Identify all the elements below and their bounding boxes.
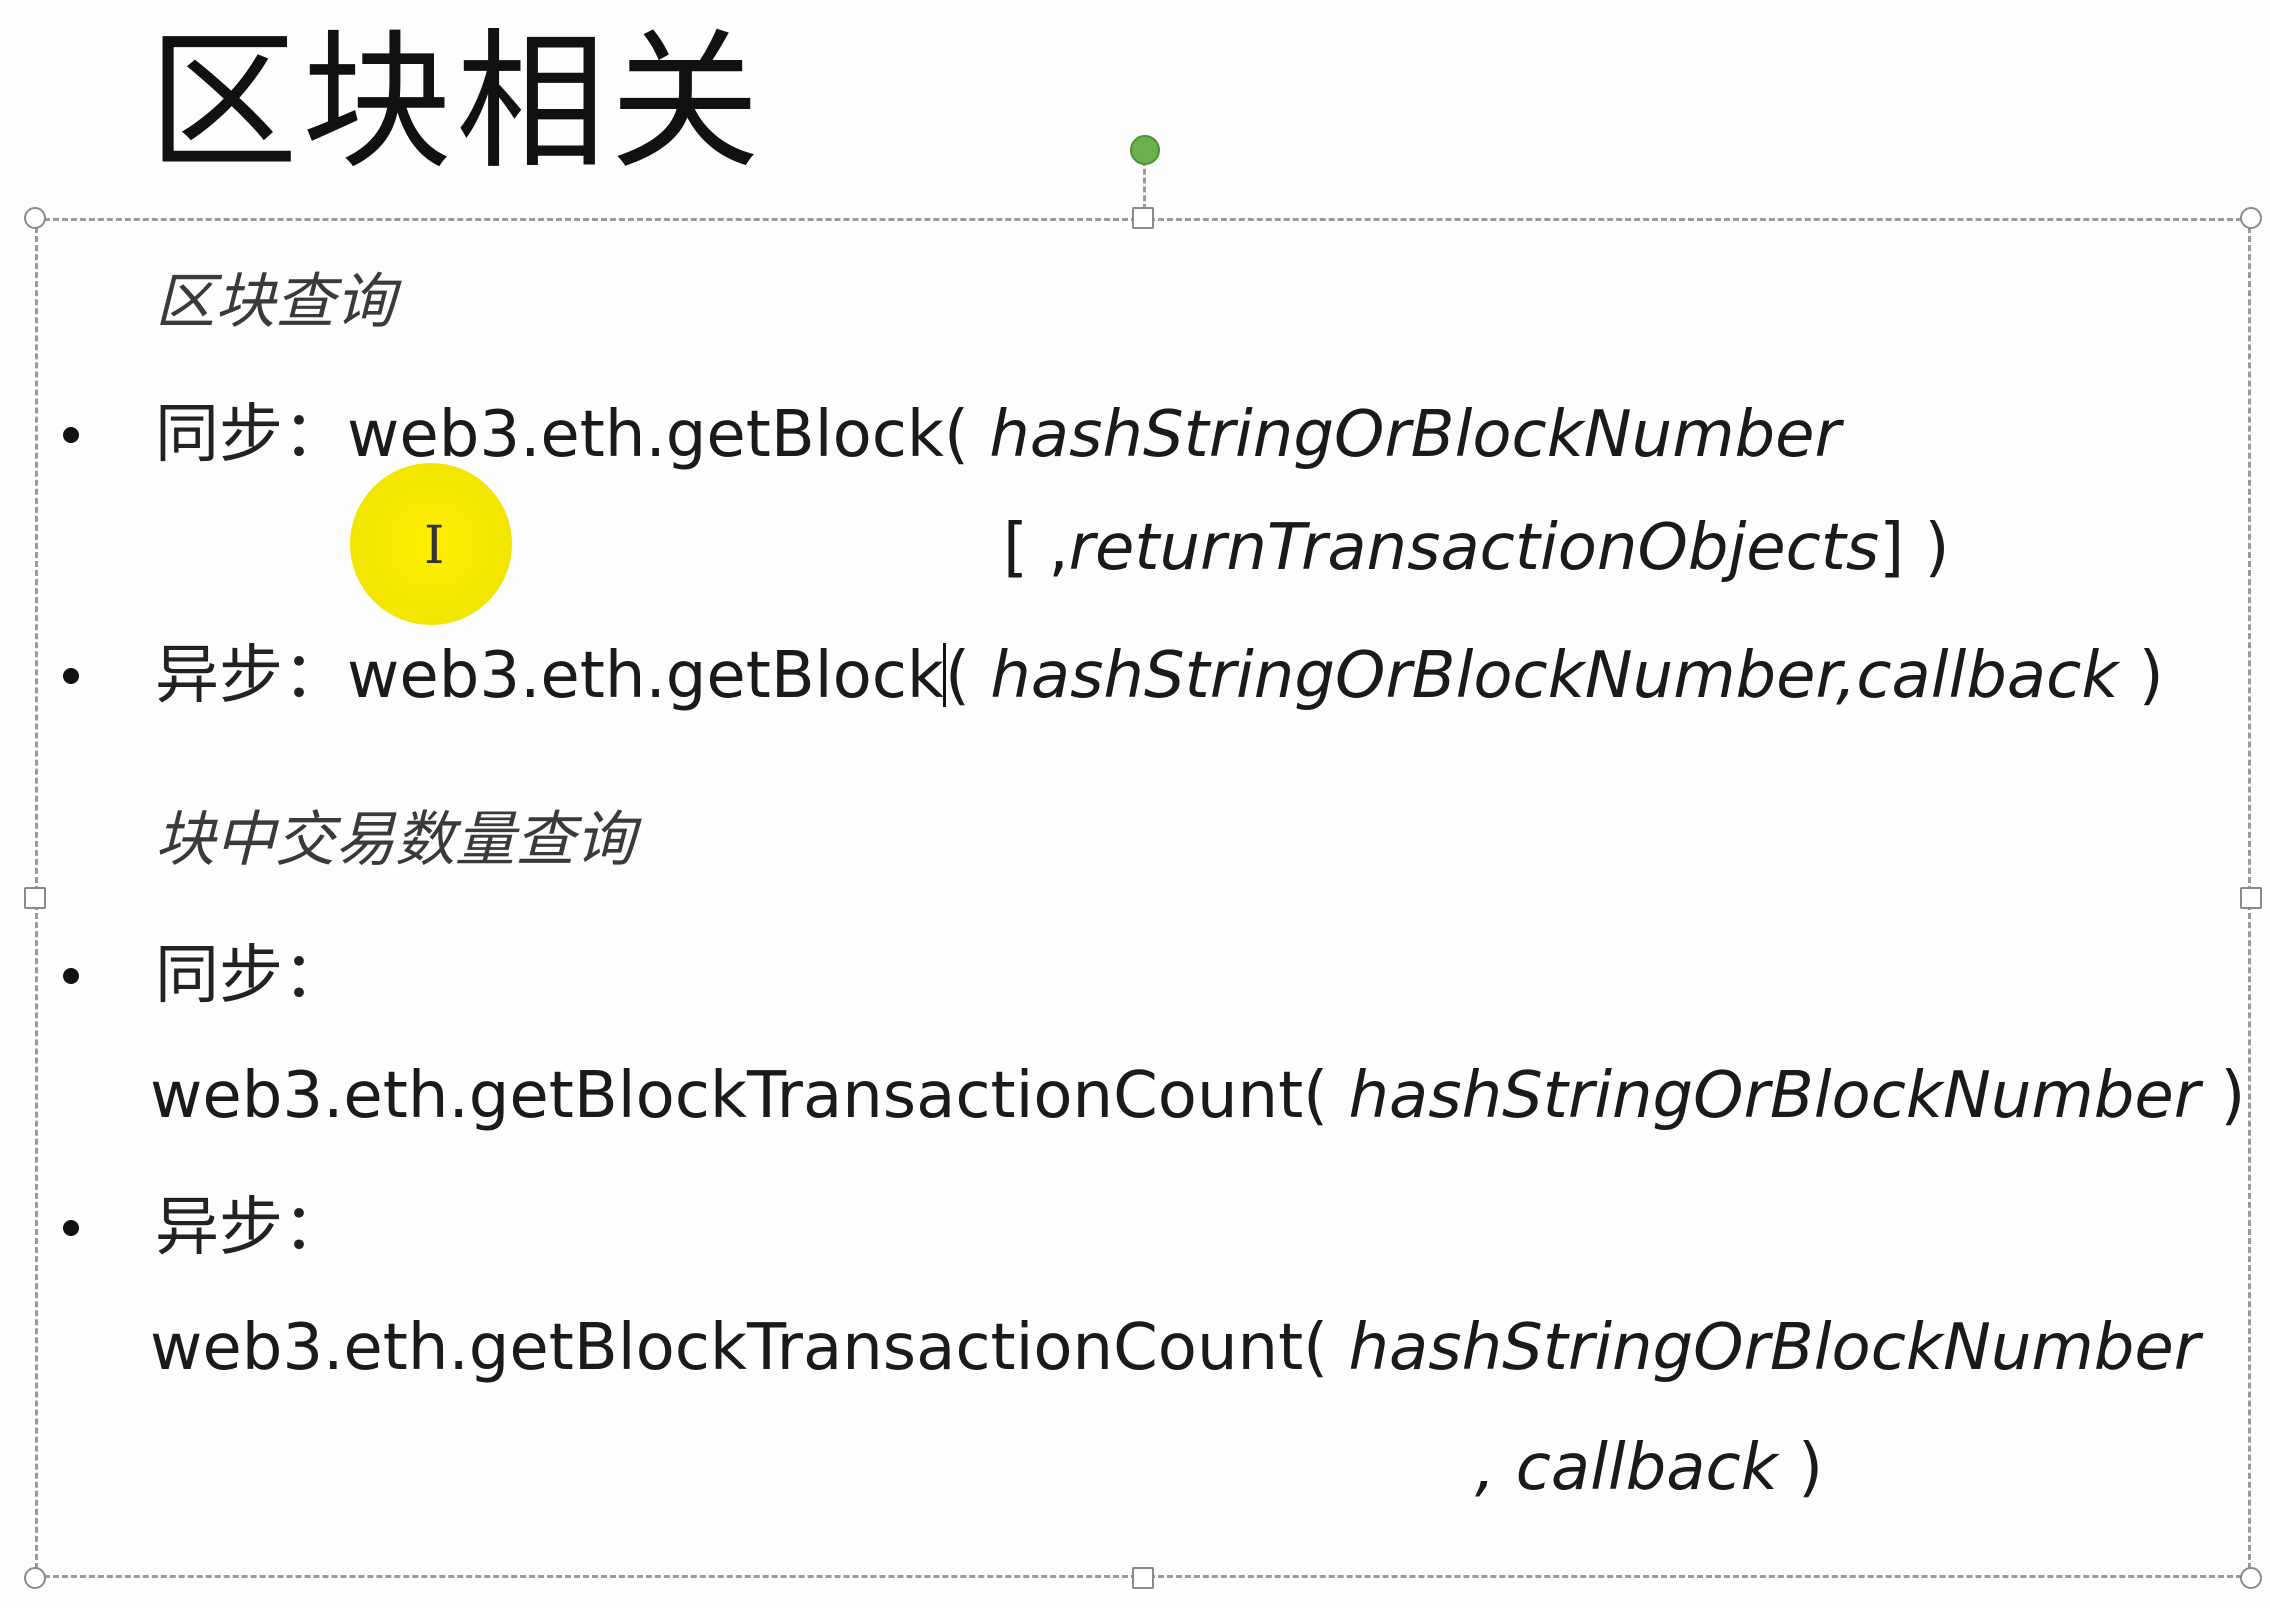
param-separator: , bbox=[1835, 639, 1857, 713]
rotation-handle[interactable] bbox=[1130, 135, 1160, 165]
sync-getblock-line: 同步：web3.eth.getBlock( hashStringOrBlockN… bbox=[155, 395, 1841, 475]
resize-handle-middle-left[interactable] bbox=[24, 887, 46, 909]
resize-handle-top-left[interactable] bbox=[24, 207, 46, 229]
sync-getblock-line-2: [ ,returnTransactionObjects] ) bbox=[1003, 508, 1950, 588]
paren-close: ) bbox=[2118, 639, 2164, 713]
sync-txcount-label-line: 同步： bbox=[155, 936, 347, 1016]
async-txcount-label-line: 异步： bbox=[155, 1188, 347, 1268]
param-callback: callback bbox=[1856, 639, 2119, 713]
resize-handle-bottom-left[interactable] bbox=[24, 1567, 46, 1589]
async-label: 异步： bbox=[155, 1191, 347, 1265]
resize-handle-top-center[interactable] bbox=[1132, 207, 1154, 229]
section-heading-tx-count: 块中交易数量查询 bbox=[155, 805, 635, 875]
rotation-handle-line bbox=[1143, 160, 1146, 210]
sync-txcount-line: web3.eth.getBlockTransactionCount( hashS… bbox=[150, 1056, 2245, 1136]
sync-label: 同步： bbox=[155, 398, 347, 472]
getblock-call: web3.eth.getBlock( bbox=[347, 398, 969, 472]
param-callback: callback bbox=[1515, 1431, 1778, 1505]
gettxcount-call: web3.eth.getBlockTransactionCount( bbox=[150, 1311, 1349, 1385]
paren-close: ) bbox=[1777, 1431, 1824, 1505]
param-separator: , bbox=[1475, 1431, 1516, 1505]
bullet bbox=[63, 1220, 79, 1236]
paren-open: ( bbox=[944, 639, 970, 713]
bullet bbox=[63, 668, 79, 684]
async-txcount-line: web3.eth.getBlockTransactionCount( hashS… bbox=[150, 1308, 2200, 1388]
async-txcount-line-2: , callback ) bbox=[1475, 1428, 1823, 1508]
async-getblock-line[interactable]: 异步：web3.eth.getBlock( hashStringOrBlockN… bbox=[155, 636, 2164, 716]
optional-bracket-open: [ , bbox=[1003, 511, 1069, 585]
text-ibeam-cursor-icon: I bbox=[424, 516, 445, 576]
param-hash-string: hashStringOrBlockNumber bbox=[1348, 1311, 2201, 1385]
resize-handle-middle-right[interactable] bbox=[2240, 887, 2262, 909]
paren-close: ) bbox=[2200, 1059, 2246, 1133]
bullet bbox=[63, 427, 79, 443]
resize-handle-top-right[interactable] bbox=[2240, 207, 2262, 229]
param-hash-string: hashStringOrBlockNumber bbox=[1348, 1059, 2201, 1133]
sync-label: 同步： bbox=[155, 939, 347, 1013]
param-hash-string: hashStringOrBlockNumber bbox=[990, 639, 1836, 713]
async-label: 异步： bbox=[155, 639, 347, 713]
resize-handle-bottom-center[interactable] bbox=[1132, 1567, 1154, 1589]
param-return-transaction-objects: returnTransactionObjects bbox=[1068, 511, 1880, 585]
resize-handle-bottom-right[interactable] bbox=[2240, 1567, 2262, 1589]
slide-title: 区块相关 bbox=[148, 16, 765, 190]
gettxcount-call: web3.eth.getBlockTransactionCount( bbox=[150, 1059, 1349, 1133]
getblock-call: web3.eth.getBlock bbox=[347, 639, 944, 713]
bullet bbox=[63, 968, 79, 984]
optional-bracket-close: ] ) bbox=[1879, 511, 1950, 585]
section-heading-block-query: 区块查询 bbox=[155, 267, 395, 337]
param-hash-string: hashStringOrBlockNumber bbox=[989, 398, 1841, 472]
